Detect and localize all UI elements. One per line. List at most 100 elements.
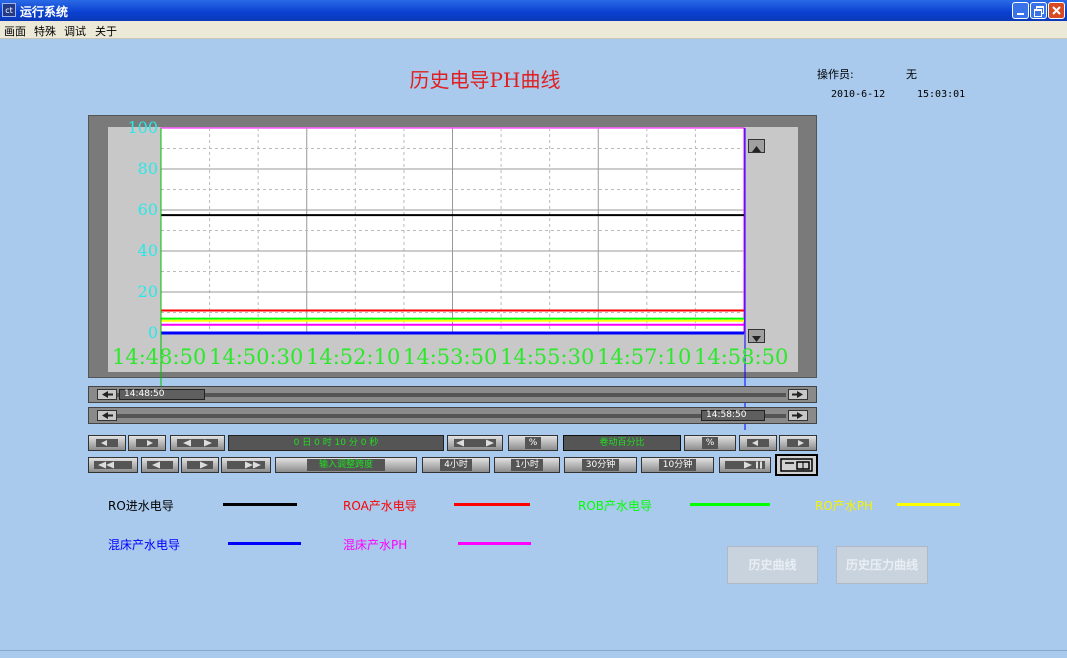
scrollbar-track	[111, 393, 786, 397]
y-tick-label: 80	[137, 159, 158, 178]
legend-swatch	[897, 503, 960, 506]
percent-left-button[interactable]: %	[508, 435, 558, 451]
span-30m-label: 30分钟	[581, 459, 620, 471]
x-tick-label: 14:48:50	[112, 345, 207, 369]
scrollbar-track	[111, 414, 786, 418]
rewind-button[interactable]	[141, 457, 179, 473]
y-tick-label: 60	[137, 200, 158, 219]
end-time-thumb[interactable]: 14:58:50	[701, 410, 765, 421]
x-tick-label: 14:53:50	[403, 345, 498, 369]
arrow-right-icon	[792, 412, 803, 419]
legend-swatch	[458, 542, 531, 545]
legend-swatch	[454, 503, 530, 506]
app-icon: ct	[2, 3, 16, 17]
date-display: 2010-6-12	[831, 89, 886, 100]
expand-span-button[interactable]	[447, 435, 503, 451]
y-tick-label: 0	[147, 323, 158, 342]
triangle-down-icon	[752, 336, 761, 342]
fast-forward-button[interactable]	[221, 457, 271, 473]
legend-label: 混床产水PH	[343, 538, 408, 552]
page-title: 历史电导PH曲线	[409, 68, 561, 92]
rewind-icon	[147, 461, 173, 469]
span-30m-button[interactable]: 30分钟	[564, 457, 637, 473]
arrow-right-icon	[787, 439, 809, 447]
title-bar: ct 运行系统	[0, 0, 1067, 21]
restore-icon-back	[1034, 9, 1042, 17]
time-span-display: 0 日 0 时 10 分 0 秒	[228, 435, 444, 451]
legend-label: ROA产水电导	[343, 499, 417, 513]
menu-debug[interactable]: 调试	[64, 23, 86, 39]
step-back-button[interactable]	[88, 435, 126, 451]
operator-label: 操作员:	[817, 68, 854, 81]
chart-scroll-down-button[interactable]	[748, 329, 765, 343]
close-button[interactable]	[1048, 2, 1065, 19]
start-time-scrollbar[interactable]: 14:48:50	[88, 386, 817, 403]
x-tick-label: 14:58:50	[694, 345, 789, 369]
legend-swatch	[690, 503, 770, 506]
input-span-label: 输入调整跨度	[306, 459, 385, 471]
step-forward-button[interactable]	[128, 435, 166, 451]
x-tick-label: 14:55:30	[500, 345, 595, 369]
chart-scroll-up-button[interactable]	[748, 139, 765, 153]
menu-special[interactable]: 特殊	[34, 23, 56, 39]
fast-rewind-button[interactable]	[88, 457, 138, 473]
start-time-thumb[interactable]: 14:48:50	[119, 389, 205, 400]
percent-sign-right: %	[701, 437, 719, 449]
minimize-icon	[1017, 13, 1024, 15]
y-tick-label: 40	[137, 241, 158, 260]
play-pause-icon	[725, 461, 765, 469]
scroll-percent-label: 卷动百分比	[599, 438, 645, 448]
page-left-button[interactable]	[739, 435, 777, 451]
legend-label: RO进水电导	[108, 499, 174, 513]
x-tick-label: 14:52:10	[306, 345, 401, 369]
span-1h-button[interactable]: 1小时	[494, 457, 560, 473]
close-icon	[1052, 6, 1061, 15]
scroll-left-button[interactable]	[97, 389, 117, 400]
page-right-button[interactable]	[779, 435, 817, 451]
legend-swatch	[228, 542, 301, 545]
input-span-button[interactable]: 输入调整跨度	[275, 457, 417, 473]
y-tick-label: 20	[137, 282, 158, 301]
zoom-out-icon	[454, 439, 496, 447]
triangle-up-icon	[752, 146, 761, 152]
legend-label: RO产水PH	[815, 499, 874, 513]
step-forward-icon	[136, 439, 158, 447]
chart-area	[108, 127, 798, 372]
operator-value: 无	[906, 68, 917, 81]
minimize-button[interactable]	[1012, 2, 1029, 19]
settings-panel-icon	[780, 458, 813, 472]
history-pressure-curve-button[interactable]: 历史压力曲线	[836, 546, 928, 584]
arrow-left-icon	[102, 391, 113, 398]
scroll-right-button[interactable]	[788, 410, 808, 421]
menu-bar: 画面 特殊 调试 关于	[0, 21, 1067, 39]
x-tick-label: 14:50:30	[209, 345, 304, 369]
span-10m-label: 10分钟	[658, 459, 697, 471]
span-4h-button[interactable]: 4小时	[422, 457, 490, 473]
x-tick-label: 14:57:10	[597, 345, 692, 369]
percent-right-button[interactable]: %	[684, 435, 736, 451]
scroll-left-button[interactable]	[97, 410, 117, 421]
zoom-in-icon	[177, 439, 218, 447]
end-time-scrollbar[interactable]: 14:58:50	[88, 407, 817, 424]
span-4h-label: 4小时	[440, 459, 472, 471]
fast-rewind-icon	[94, 461, 132, 469]
menu-screen[interactable]: 画面	[4, 23, 26, 39]
play-pause-button[interactable]	[719, 457, 771, 473]
arrow-left-icon	[102, 412, 113, 419]
forward-button[interactable]	[181, 457, 219, 473]
step-back-icon	[96, 439, 118, 447]
legend-label: ROB产水电导	[578, 499, 653, 513]
arrow-left-icon	[747, 439, 769, 447]
window-title: 运行系统	[20, 5, 69, 19]
span-10m-button[interactable]: 10分钟	[641, 457, 714, 473]
print-settings-button[interactable]	[775, 454, 818, 476]
y-tick-label: 100	[127, 118, 158, 137]
arrow-right-icon	[792, 391, 803, 398]
scroll-right-button[interactable]	[788, 389, 808, 400]
menu-about[interactable]: 关于	[95, 23, 117, 39]
history-curve-button[interactable]: 历史曲线	[727, 546, 818, 584]
zoom-span-button[interactable]	[170, 435, 225, 451]
span-1h-label: 1小时	[511, 459, 543, 471]
percent-sign-left: %	[524, 437, 542, 449]
restore-button[interactable]	[1030, 2, 1047, 19]
